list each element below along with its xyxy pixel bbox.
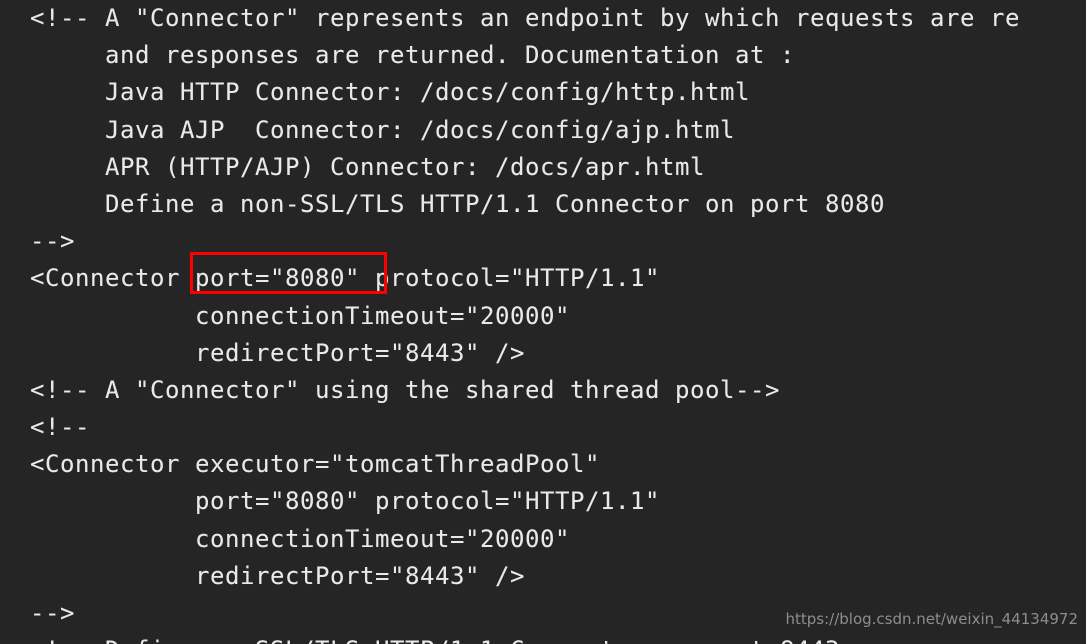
code-line: <!-- A "Connector" using the shared thre… [30,375,780,404]
code-screenshot: <!-- A "Connector" represents an endpoin… [0,0,1086,644]
code-line: connectionTimeout="20000" [30,524,570,553]
code-line: <!-- A "Connector" represents an endpoin… [30,4,1020,32]
code-line: redirectPort="8443" /> [30,338,525,367]
code-line: <!-- [30,413,90,442]
code-line: <Connector executor="tomcatThreadPool" [30,450,600,479]
code-line: <Connector port="8080" protocol="HTTP/1.… [30,264,660,293]
xml-code: <!-- A "Connector" represents an endpoin… [30,0,1086,644]
code-line: and responses are returned. Documentatio… [30,41,795,70]
code-line: Define a non-SSL/TLS HTTP/1.1 Connector … [30,189,885,218]
code-line: --> [30,227,75,256]
watermark-text: https://blog.csdn.net/weixin_44134972 [785,610,1078,628]
code-line: Java AJP Connector: /docs/config/ajp.htm… [30,115,735,144]
code-line: Java HTTP Connector: /docs/config/http.h… [30,78,750,107]
code-line: <!-- Define an SSL/TLS HTTP/1.1 Connecto… [30,632,1086,644]
code-line: APR (HTTP/AJP) Connector: /docs/apr.html [30,152,705,181]
code-line: port="8080" protocol="HTTP/1.1" [30,487,660,516]
code-line: connectionTimeout="20000" [30,301,570,330]
code-line: redirectPort="8443" /> [30,561,525,590]
code-editor-content[interactable]: <!-- A "Connector" represents an endpoin… [30,0,1086,644]
